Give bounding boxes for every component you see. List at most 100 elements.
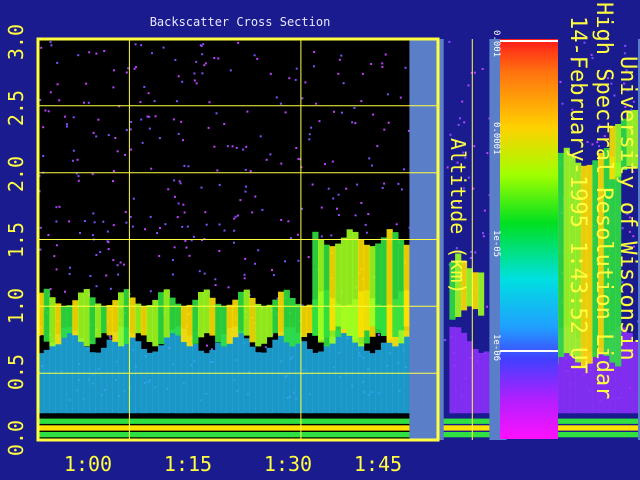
noise-speckle <box>461 100 464 103</box>
noise-speckle <box>180 120 183 123</box>
aerosol-column <box>278 331 285 414</box>
aerosol-column <box>238 330 245 414</box>
noise-speckle <box>223 122 226 125</box>
aerosol-column <box>255 352 262 414</box>
noise-speckle <box>107 241 110 244</box>
noise-speckle <box>184 239 187 242</box>
noise-speckle <box>308 138 311 141</box>
cloud-cell <box>158 292 165 345</box>
x-tick-label: 1:30 <box>263 452 313 476</box>
noise-speckle <box>112 180 114 183</box>
noise-speckle <box>372 113 375 116</box>
aerosol-column <box>95 352 102 414</box>
noise-speckle <box>130 148 133 151</box>
noise-speckle <box>91 234 94 237</box>
noise-speckle <box>193 79 196 82</box>
aerosol-column <box>375 349 382 414</box>
aerosol-column <box>186 335 193 414</box>
aerosol-column <box>358 344 365 414</box>
noise-speckle <box>95 285 98 288</box>
noise-speckle <box>117 273 120 276</box>
aerosol-column <box>152 351 159 414</box>
noise-speckle <box>289 237 292 240</box>
noise-speckle <box>186 225 189 228</box>
noise-speckle <box>39 248 42 251</box>
noise-speckle <box>174 195 176 198</box>
noise-speckle <box>463 121 466 124</box>
noise-speckle <box>295 147 298 149</box>
aerosol-column <box>106 339 113 414</box>
aerosol-column <box>43 349 50 414</box>
noise-speckle <box>129 215 132 218</box>
noise-speckle <box>265 158 268 161</box>
aerosol-column <box>455 327 462 414</box>
noise-speckle <box>360 100 363 103</box>
noise-speckle <box>294 78 297 81</box>
noise-speckle <box>269 153 272 156</box>
noise-speckle <box>130 121 133 123</box>
x-tick-label: 1:45 <box>353 452 403 476</box>
noise-speckle <box>481 68 484 70</box>
cloud-cell <box>403 244 410 327</box>
noise-speckle <box>400 188 403 191</box>
aerosol-column <box>163 336 170 414</box>
noise-speckle <box>55 220 58 223</box>
noise-speckle <box>205 223 208 226</box>
cloud-cell <box>60 306 68 338</box>
noise-speckle <box>53 255 56 258</box>
cloud-cell <box>198 292 205 338</box>
noise-speckle <box>182 139 184 142</box>
noise-speckle <box>383 182 386 185</box>
noise-speckle <box>256 57 259 60</box>
aerosol-column <box>260 352 268 414</box>
noise-speckle <box>311 183 314 186</box>
aerosol-column <box>169 329 176 414</box>
noise-speckle <box>112 224 115 227</box>
noise-speckle <box>340 54 343 57</box>
y-tick-label: 1.5 <box>4 222 28 259</box>
aerosol-column <box>352 335 359 414</box>
noise-speckle <box>58 205 61 208</box>
noise-speckle <box>623 52 626 55</box>
noise-speckle <box>77 54 80 57</box>
noise-speckle <box>49 91 52 94</box>
aerosol-column <box>135 341 142 414</box>
y-tick-label: 0.5 <box>4 354 28 391</box>
aerosol-column <box>300 341 308 414</box>
noise-speckle <box>482 232 484 235</box>
noise-speckle <box>337 193 340 196</box>
noise-speckle <box>153 100 156 103</box>
noise-speckle <box>116 264 119 267</box>
noise-speckle <box>365 231 368 234</box>
noise-speckle <box>201 53 204 56</box>
cloud-cell <box>472 272 479 310</box>
noise-speckle <box>167 188 170 191</box>
cloud-cell <box>312 231 319 336</box>
noise-speckle <box>113 69 115 72</box>
aerosol-column <box>112 331 119 414</box>
aerosol-column <box>323 345 330 414</box>
noise-speckle <box>208 101 211 104</box>
aerosol-column <box>449 326 456 414</box>
noise-speckle <box>280 162 283 165</box>
noise-speckle <box>108 335 111 338</box>
cloud-cell <box>352 231 359 340</box>
noise-speckle <box>370 63 373 65</box>
noise-speckle <box>449 133 452 136</box>
cloud-cell <box>100 306 108 334</box>
y-axis-title: Altitude (km) <box>446 138 470 295</box>
cloud-cell <box>66 305 73 334</box>
cloud-cell <box>363 244 370 331</box>
noise-speckle <box>200 45 203 48</box>
aerosol-column <box>472 349 479 414</box>
aerosol-column <box>89 352 96 414</box>
noise-speckle <box>360 202 363 204</box>
noise-speckle <box>483 209 486 212</box>
noise-speckle <box>245 185 247 188</box>
noise-speckle <box>103 50 106 52</box>
noise-speckle <box>269 72 272 75</box>
noise-speckle <box>310 126 313 129</box>
aerosol-column <box>346 328 353 414</box>
noise-speckle <box>275 96 278 99</box>
aerosol-column <box>175 326 182 414</box>
